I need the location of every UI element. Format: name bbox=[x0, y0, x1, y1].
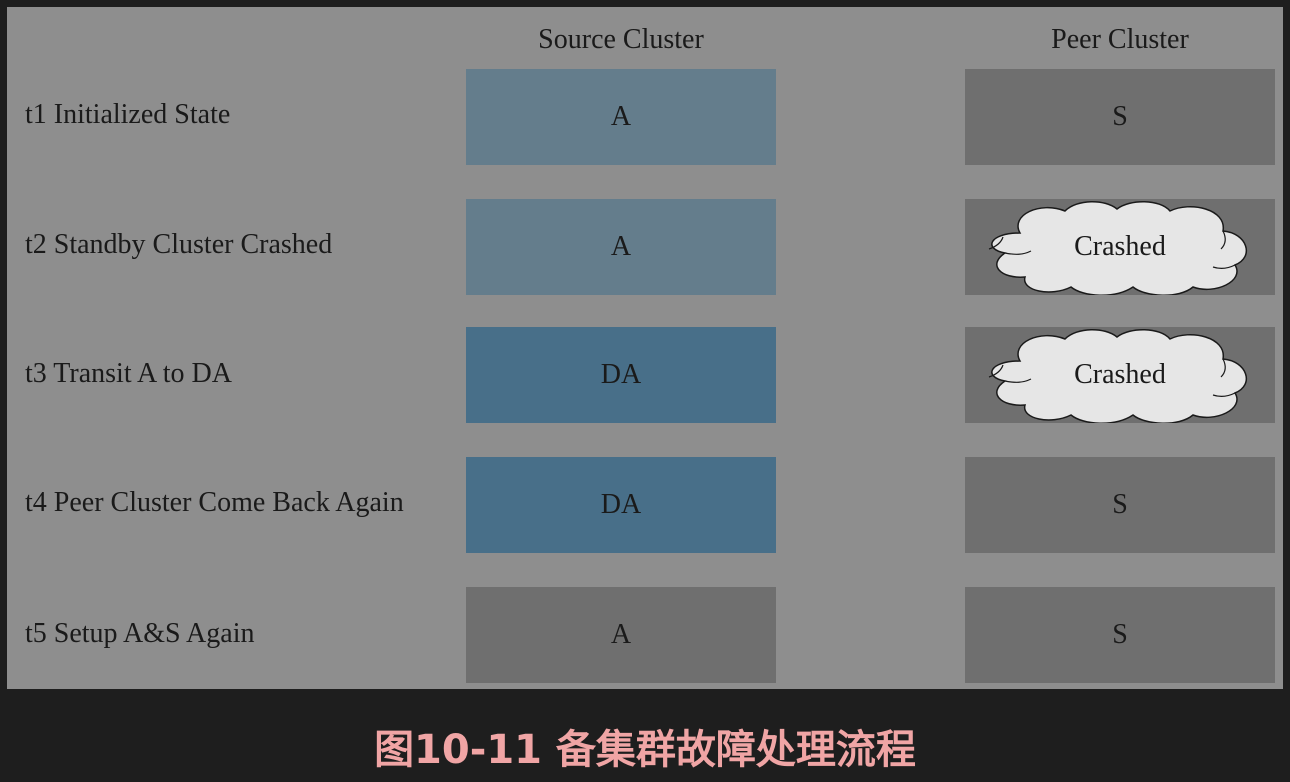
source-cluster-header: Source Cluster bbox=[538, 24, 704, 55]
source-state-t3: DA bbox=[466, 327, 776, 423]
source-state-label: A bbox=[610, 231, 632, 262]
source-state-t1: A bbox=[466, 69, 776, 165]
peer-state-t3: Crashed bbox=[965, 327, 1275, 423]
row-label-t3: t3 Transit A to DA bbox=[25, 358, 232, 389]
source-state-t4: DA bbox=[466, 457, 776, 553]
peer-state-label: S bbox=[1112, 619, 1128, 650]
peer-state-label: S bbox=[1112, 489, 1128, 520]
source-state-t5: A bbox=[466, 587, 776, 683]
peer-state-t1: S bbox=[965, 69, 1275, 165]
source-state-t2: A bbox=[466, 199, 776, 295]
source-state-label: DA bbox=[600, 359, 642, 390]
peer-cluster-header: Peer Cluster bbox=[1051, 24, 1189, 55]
peer-state-label: Crashed bbox=[1074, 231, 1166, 262]
peer-state-t5: S bbox=[965, 587, 1275, 683]
source-state-label: A bbox=[610, 101, 632, 132]
page: Source Cluster Peer Cluster t1 Initializ… bbox=[0, 0, 1290, 782]
row-label-t1: t1 Initialized State bbox=[25, 99, 231, 130]
peer-state-t2: Crashed bbox=[965, 199, 1275, 295]
peer-state-t4: S bbox=[965, 457, 1275, 553]
source-state-label: A bbox=[610, 619, 632, 650]
source-state-label: DA bbox=[600, 489, 642, 520]
peer-state-label: Crashed bbox=[1074, 359, 1166, 390]
peer-state-label: S bbox=[1112, 101, 1128, 132]
cluster-failover-diagram: Source Cluster Peer Cluster t1 Initializ… bbox=[7, 7, 1283, 689]
row-label-t5: t5 Setup A&S Again bbox=[25, 618, 255, 649]
row-label-t4: t4 Peer Cluster Come Back Again bbox=[25, 487, 404, 518]
figure-caption: 图10-11 备集群故障处理流程 bbox=[374, 727, 916, 773]
row-label-t2: t2 Standby Cluster Crashed bbox=[25, 229, 333, 260]
